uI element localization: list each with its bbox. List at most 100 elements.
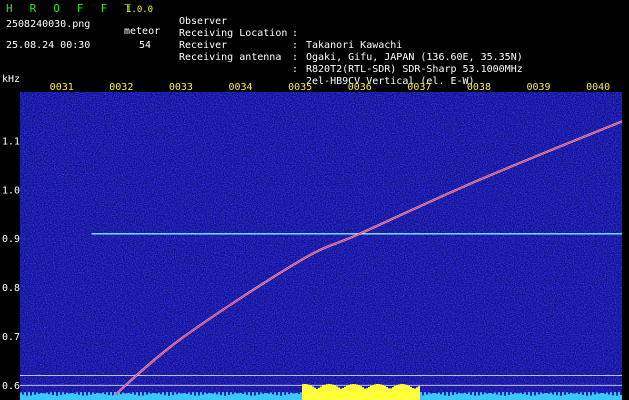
level-bar-segment <box>582 394 584 400</box>
level-bar-segment <box>496 394 498 400</box>
level-bar-segment <box>164 395 166 400</box>
level-bar-segment <box>140 392 142 400</box>
level-bar-segment <box>264 392 266 400</box>
level-bar-segment <box>36 392 38 400</box>
level-bar-segment <box>236 393 238 400</box>
level-bar-segment <box>254 395 256 400</box>
level-bar-segment <box>214 392 216 400</box>
level-bar-segment <box>406 384 408 400</box>
level-bar-segment <box>50 392 52 400</box>
level-bar-segment <box>30 395 32 400</box>
level-bar-segment <box>620 394 622 400</box>
level-bar-segment <box>184 392 186 400</box>
level-bar-segment <box>306 384 308 400</box>
level-bar-segment <box>480 392 482 400</box>
level-bar-segment <box>410 386 412 400</box>
level-bar-segment <box>148 392 150 400</box>
level-bar-segment <box>488 392 490 400</box>
level-bar-segment <box>360 386 362 400</box>
level-bar-segment <box>396 385 398 400</box>
level-bar-segment <box>284 395 286 400</box>
level-bar-segment <box>260 392 262 400</box>
level-bar-segment <box>296 392 298 400</box>
level-bar-segment <box>312 386 314 400</box>
level-bar-segment <box>122 392 124 400</box>
level-bar-segment <box>616 395 618 400</box>
level-bar-segment <box>110 392 112 400</box>
level-bar-segment <box>88 392 90 400</box>
level-bar-segment <box>124 393 126 400</box>
level-bar-segment <box>166 392 168 400</box>
level-bar-segment <box>44 393 46 400</box>
level-bar-segment <box>606 392 608 400</box>
level-bar-segment <box>190 394 192 400</box>
level-bar-segment <box>426 394 428 400</box>
level-bar-segment <box>374 384 376 400</box>
level-bar-segment <box>320 386 322 400</box>
level-bar-segment <box>560 395 562 400</box>
level-bar-segment <box>402 384 404 400</box>
level-bar-segment <box>448 395 450 400</box>
level-bar-segment <box>578 394 580 400</box>
level-bar-segment <box>556 395 558 400</box>
level-bar-segment <box>210 393 212 400</box>
level-bar-segment <box>354 384 356 400</box>
level-bar-segment <box>150 393 152 400</box>
level-bar-segment <box>542 393 544 400</box>
level-bar-segment <box>34 394 36 400</box>
level-bar-segment <box>138 395 140 400</box>
level-bar-segment <box>358 385 360 400</box>
y-axis-ticks: 1.1 1.0 0.9 0.8 0.7 0.6 <box>2 136 20 391</box>
level-bar-segment <box>486 393 488 400</box>
level-bar-segment <box>590 395 592 400</box>
level-bar-segment <box>48 394 50 400</box>
level-bar-segment <box>436 393 438 400</box>
level-bar-segment <box>490 393 492 400</box>
level-bar-segment <box>352 384 354 400</box>
level-bar-segment <box>294 393 296 400</box>
level-bar-segment <box>218 392 220 400</box>
level-bar-segment <box>76 392 78 400</box>
level-bar-segment <box>420 392 422 400</box>
level-bar-segment <box>386 387 388 400</box>
level-bar-segment <box>304 384 306 400</box>
level-bar-segment <box>234 392 236 400</box>
level-bar-segment <box>162 392 164 400</box>
level-bar-segment <box>572 393 574 400</box>
y-tick-label: 0.8 <box>2 283 20 294</box>
level-bar-segment <box>502 392 504 400</box>
level-bar-segment <box>494 392 496 400</box>
level-bar-segment <box>418 386 420 400</box>
level-bar-segment <box>290 392 292 400</box>
level-bar-segment <box>144 392 146 400</box>
level-bar-segment <box>82 395 84 400</box>
level-bar-segment <box>526 394 528 400</box>
level-bar-segment <box>424 392 426 400</box>
level-bar-segment <box>416 387 418 400</box>
level-bar-segment <box>262 393 264 400</box>
level-bar-segment <box>450 392 452 400</box>
level-bar-segment <box>90 394 92 400</box>
level-bar-segment <box>394 386 396 400</box>
level-bar-segment <box>116 395 118 400</box>
level-bar-segment <box>492 393 494 400</box>
level-bar-segment <box>300 392 302 400</box>
level-bar-segment <box>364 388 366 400</box>
x-tick-label: 0033 <box>169 82 193 93</box>
x-tick-label: 0036 <box>348 82 372 93</box>
level-bar-segment <box>182 393 184 400</box>
level-bar-segment <box>256 392 258 400</box>
level-bar-segment <box>132 392 134 400</box>
level-bar-segment <box>310 385 312 400</box>
level-bar-segment <box>186 393 188 400</box>
level-bar-segment <box>64 394 66 400</box>
level-bar-segment <box>120 394 122 400</box>
level-bar-segment <box>610 392 612 400</box>
level-bar-segment <box>458 392 460 400</box>
level-bar-segment <box>206 393 208 400</box>
level-bar-segment <box>72 392 74 400</box>
level-bar-segment <box>276 395 278 400</box>
x-tick-label: 0039 <box>527 82 551 93</box>
level-bar-segment <box>80 392 82 400</box>
level-bar-segment <box>324 384 326 400</box>
